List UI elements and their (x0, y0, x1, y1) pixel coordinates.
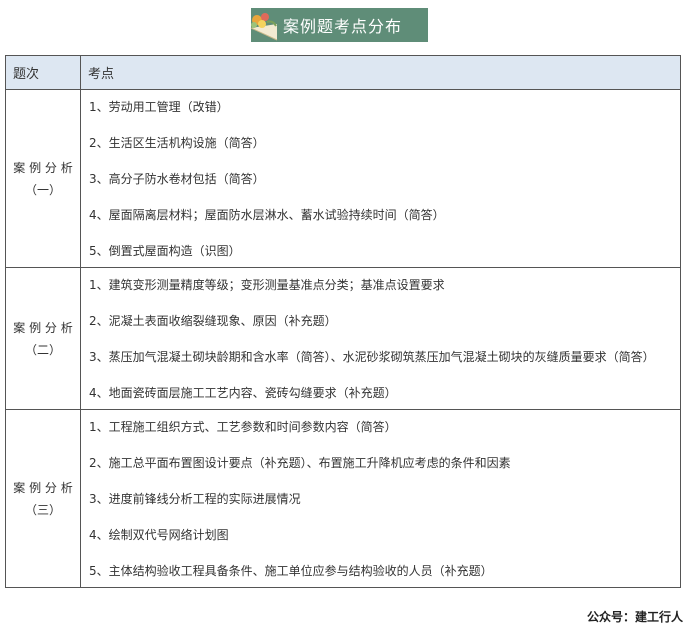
list-item: 4、屋面隔离层材料；屋面防水层淋水、蓄水试验持续时间（简答） (89, 208, 445, 222)
list-item: 2、泥凝土表面收缩裂缝现象、原因（补充题） (89, 314, 337, 328)
section-title: 案 例 分 析 (13, 160, 73, 175)
exam-points-table: 题次 考点 案 例 分 析 （一） 1、劳动用工管理（改错） 2、生活区生活机构… (5, 55, 681, 588)
list-item: 3、高分子防水卷材包括（简答） (89, 172, 265, 186)
section-label: 案 例 分 析 （一） (5, 89, 81, 268)
list-item: 5、主体结构验收工程具备条件、施工单位应参与结构验收的人员（补充题） (89, 564, 493, 578)
section-number: （二） (24, 342, 61, 357)
table-header-row: 题次 考点 (5, 55, 681, 90)
section-items: 1、劳动用工管理（改错） 2、生活区生活机构设施（简答） 3、高分子防水卷材包括… (80, 89, 681, 268)
list-item: 1、工程施工组织方式、工艺参数和时间参数内容（简答） (89, 420, 397, 434)
watermark: 公众号：建工行人 (585, 608, 686, 625)
section-label: 案 例 分 析 （二） (5, 267, 81, 410)
section-title: 案 例 分 析 (13, 480, 73, 495)
list-item: 5、倒置式屋面构造（识图） (89, 244, 241, 258)
banner-title: 案例题考点分布 (283, 17, 403, 36)
list-item: 3、进度前锋线分析工程的实际进展情况 (89, 492, 301, 506)
list-item: 4、绘制双代号网络计划图 (89, 528, 229, 542)
flower-icon (250, 13, 278, 41)
column-header-question: 题次 (5, 55, 81, 90)
list-item: 3、蒸压加气混凝土砌块龄期和含水率（简答）、水泥砂浆砌筑蒸压加气混凝土砌块的灰缝… (89, 350, 655, 364)
section-banner: 案例题考点分布 (250, 8, 428, 42)
section-items: 1、工程施工组织方式、工艺参数和时间参数内容（简答） 2、施工总平面布置图设计要… (80, 409, 681, 588)
column-header-points: 考点 (80, 55, 681, 90)
table-row: 案 例 分 析 （三） 1、工程施工组织方式、工艺参数和时间参数内容（简答） 2… (5, 409, 681, 588)
list-item: 2、生活区生活机构设施（简答） (89, 136, 265, 150)
list-item: 1、劳动用工管理（改错） (89, 100, 229, 114)
section-items: 1、建筑变形测量精度等级；变形测量基准点分类；基准点设置要求 2、泥凝土表面收缩… (80, 267, 681, 410)
section-number: （三） (24, 502, 61, 517)
list-item: 1、建筑变形测量精度等级；变形测量基准点分类；基准点设置要求 (89, 278, 445, 292)
table-row: 案 例 分 析 （二） 1、建筑变形测量精度等级；变形测量基准点分类；基准点设置… (5, 267, 681, 410)
list-item: 2、施工总平面布置图设计要点（补充题）、布置施工升降机应考虑的条件和因素 (89, 456, 511, 470)
section-title: 案 例 分 析 (13, 320, 73, 335)
list-item: 4、地面瓷砖面层施工工艺内容、瓷砖勾缝要求（补充题） (89, 386, 397, 400)
section-number: （一） (24, 182, 61, 197)
table-row: 案 例 分 析 （一） 1、劳动用工管理（改错） 2、生活区生活机构设施（简答）… (5, 89, 681, 268)
section-label: 案 例 分 析 （三） (5, 409, 81, 588)
